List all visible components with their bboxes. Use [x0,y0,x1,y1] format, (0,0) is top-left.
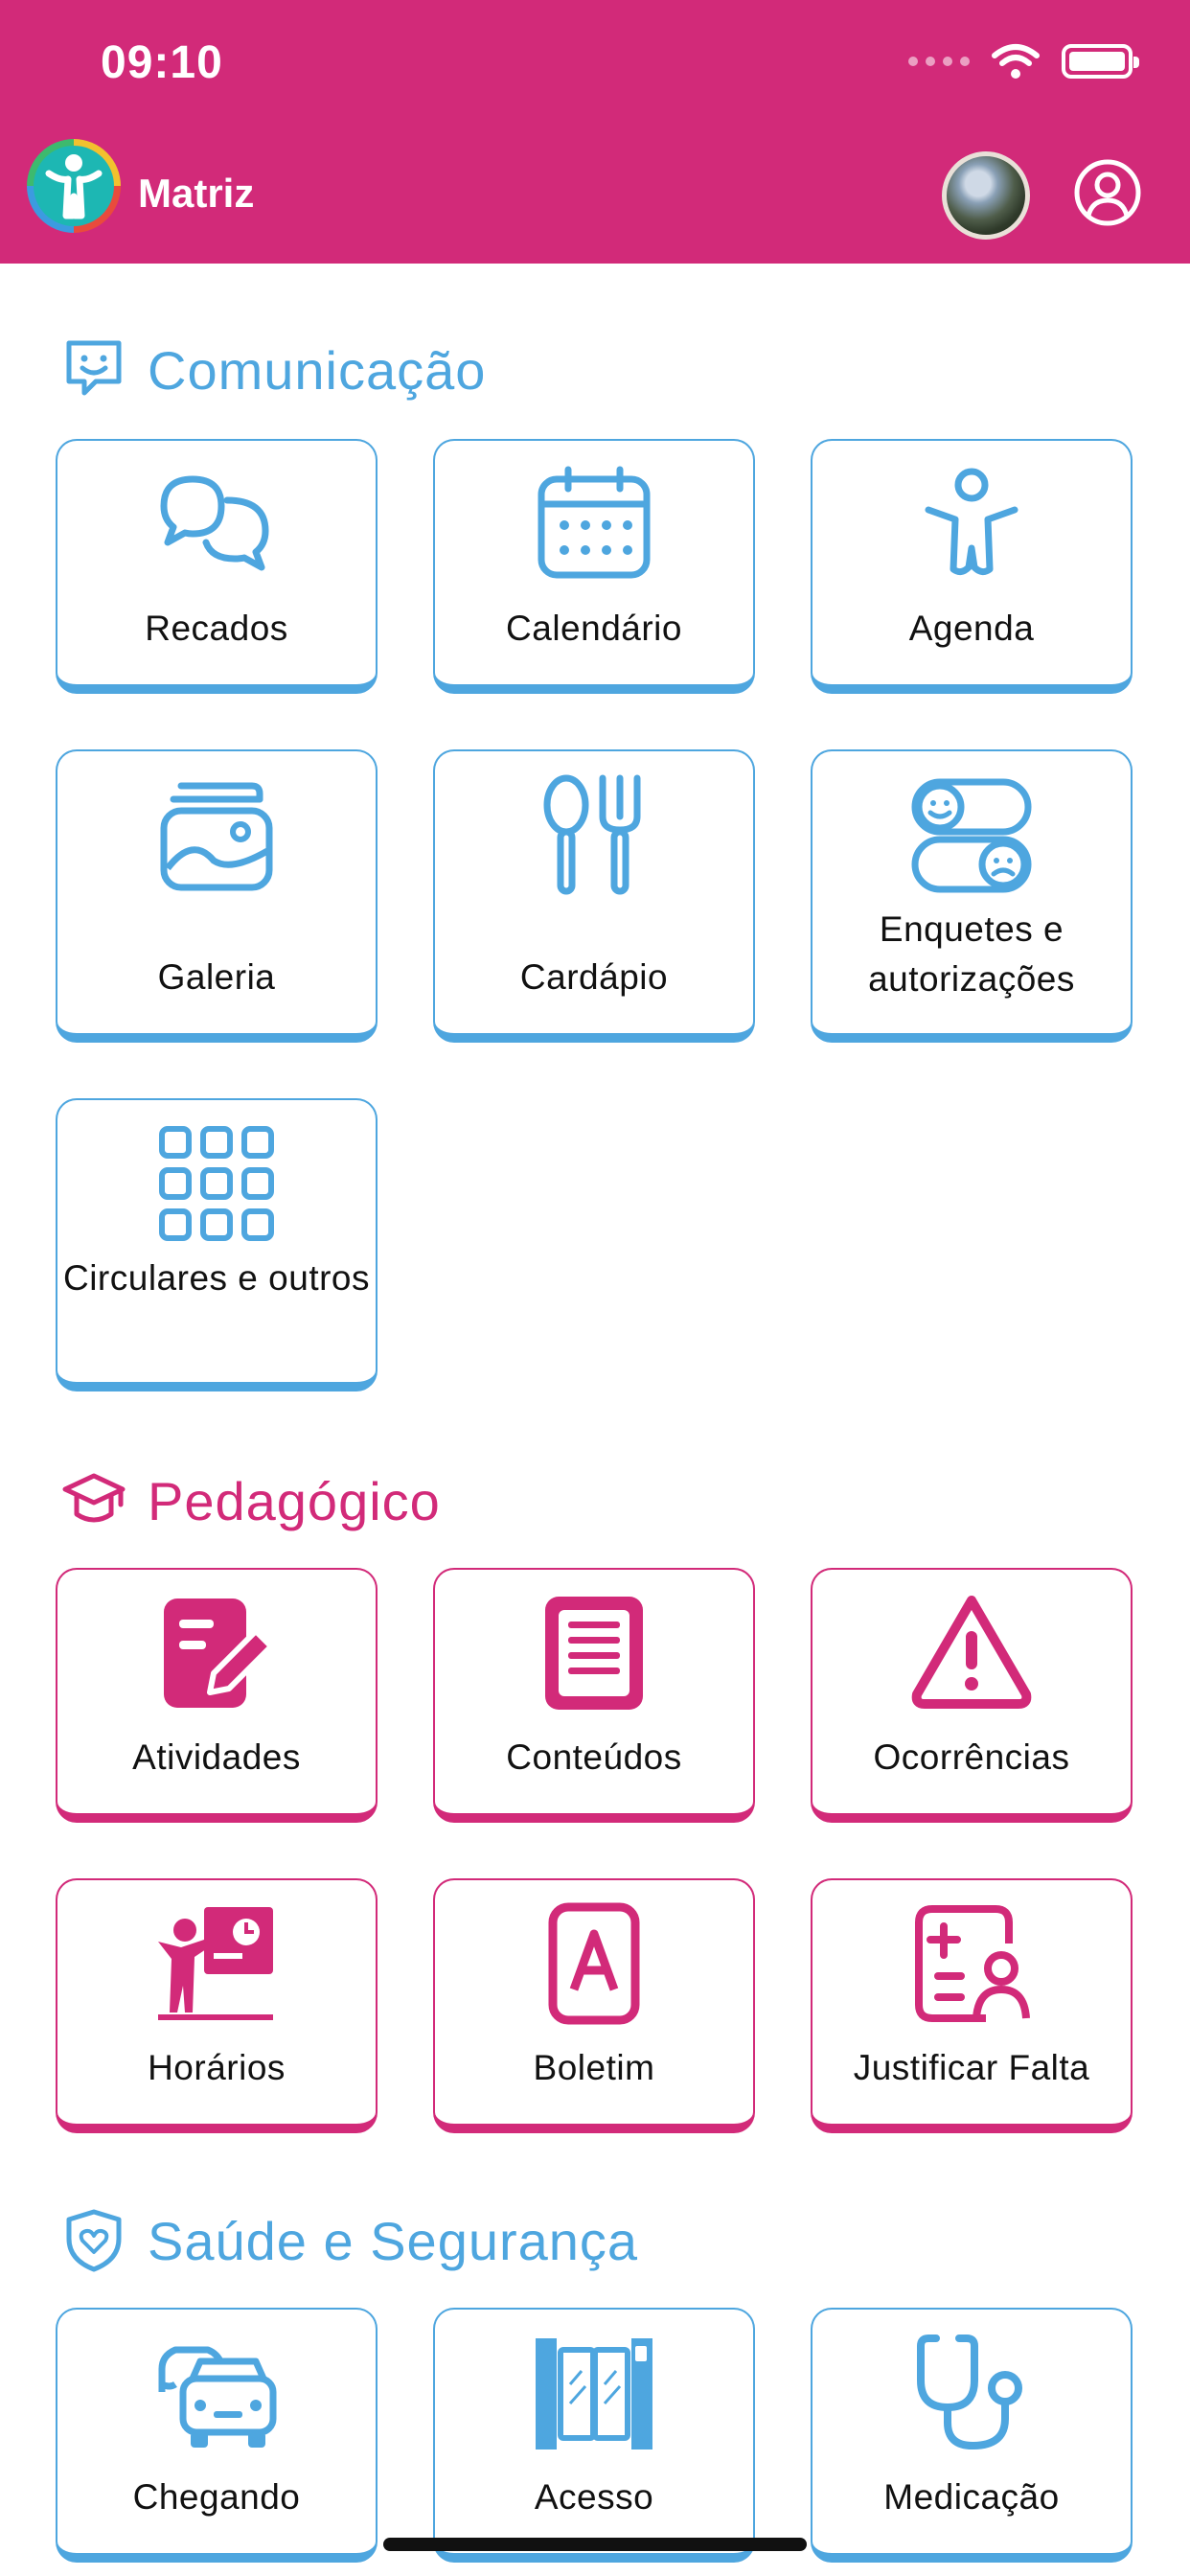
card-conteudos[interactable]: Conteúdos [433,1568,755,1823]
warning-triangle-icon [911,1596,1032,1709]
section-comunicacao: Comunicação [61,337,486,402]
card-label: Boletim [533,2048,655,2087]
cars-icon [158,2346,277,2448]
card-label: Circulares e outros [62,1258,370,1298]
wifi-icon [992,44,1040,79]
card-ocorrencias[interactable]: Ocorrências [811,1568,1133,1823]
smiley-chat-icon [66,340,122,396]
card-boletim[interactable]: Boletim [433,1878,755,2133]
heart-shield-icon [66,2209,122,2272]
card-label: Atividades [132,1737,301,1777]
signal-icon [908,57,970,66]
card-label: Horários [148,2048,286,2087]
home-indicator[interactable] [383,2538,807,2551]
child-figure-icon [925,468,1018,576]
card-label: Galeria [157,957,276,997]
card-label: Chegando [132,2477,301,2517]
card-calendario[interactable]: Calendário [433,439,755,694]
profile-icon[interactable] [1073,158,1142,227]
card-galeria[interactable]: Galeria [56,749,378,1043]
section-pedagogico: Pedagógico [61,1468,441,1533]
card-label: Justificar Falta [853,2048,1090,2087]
battery-icon [1062,44,1139,79]
status-time: 09:10 [101,37,223,88]
spoon-fork-icon [543,774,641,895]
section-title: Comunicação [148,339,487,401]
grade-a-icon [548,1902,640,2025]
top-header: 09:10 Matriz [0,0,1190,264]
card-atividades[interactable]: Atividades [56,1568,378,1823]
document-lines-icon [545,1597,643,1710]
card-label: Recados [145,609,288,648]
card-circulares[interactable]: Circulares e outros [56,1098,378,1392]
section-title: Saúde e Segurança [148,2210,639,2271]
document-pencil-icon [164,1598,274,1708]
card-justificar-falta[interactable]: Justificar Falta [811,1878,1133,2133]
photo-album-icon [160,782,273,891]
student-avatar[interactable] [942,151,1030,240]
poll-toggle-icon [911,778,1032,893]
card-cardapio[interactable]: Cardápio [433,749,755,1043]
justify-absence-icon [915,1905,1030,2022]
card-label: Acesso [534,2477,654,2517]
card-recados[interactable]: Recados [56,439,378,694]
chat-bubbles-icon [160,475,269,571]
card-acesso[interactable]: Acesso [433,2308,755,2563]
calendar-icon [538,466,651,579]
card-label: Cardápio [519,957,669,997]
child-logo-icon [45,154,103,219]
section-title: Pedagógico [148,1470,441,1531]
teacher-board-icon [158,1907,273,2020]
stethoscope-icon [917,2334,1022,2450]
section-saude-seguranca: Saúde e Segurança [61,2208,638,2273]
card-label: Conteúdos [506,1737,682,1777]
card-label: Ocorrências [873,1737,1070,1777]
card-horarios[interactable]: Horários [56,1878,378,2133]
card-label: Enquetes e autorizações [868,909,1075,999]
apps-grid-icon [159,1126,274,1241]
card-agenda[interactable]: Agenda [811,439,1133,694]
app-logo[interactable] [27,139,121,233]
app-title[interactable]: Matriz [138,171,254,217]
card-label: Calendário [506,609,682,648]
card-enquetes[interactable]: Enquetes e autorizações [811,749,1133,1043]
card-label: Medicação [883,2477,1060,2517]
status-icons [908,42,1139,80]
card-medicacao[interactable]: Medicação [811,2308,1133,2563]
gate-access-icon [536,2338,652,2450]
card-chegando[interactable]: Chegando [56,2308,378,2563]
graduation-cap-icon [62,1473,126,1523]
card-label: Agenda [908,609,1035,648]
